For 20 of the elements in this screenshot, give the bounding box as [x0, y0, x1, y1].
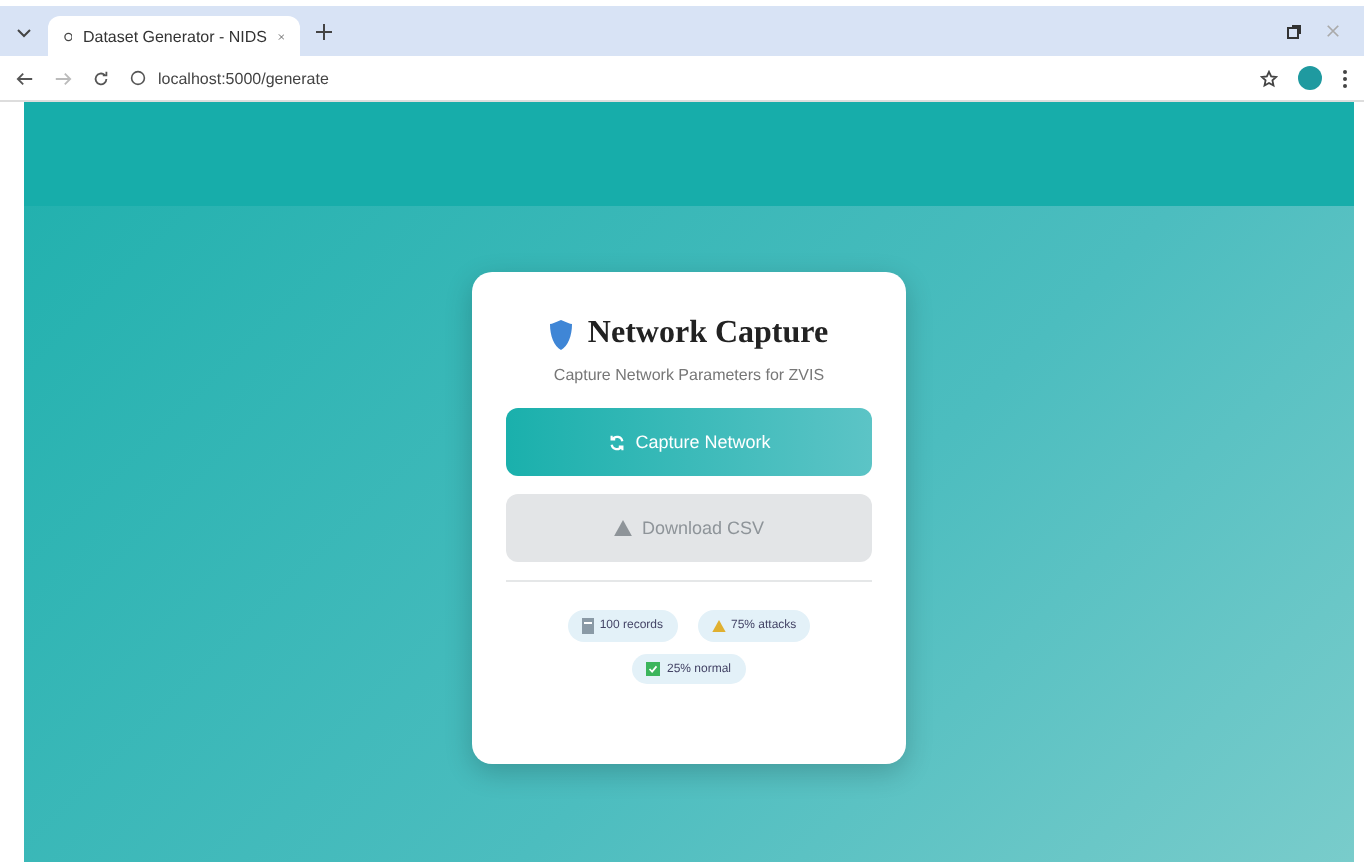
back-icon[interactable]: [16, 69, 34, 87]
clipboard-icon: [581, 618, 594, 634]
shield-icon: [549, 319, 572, 349]
star-icon[interactable]: [1260, 69, 1278, 87]
profile-icon[interactable]: [1298, 66, 1322, 90]
reload-icon[interactable]: [92, 69, 110, 87]
menu-icon[interactable]: [1342, 69, 1348, 87]
globe-icon: [64, 27, 73, 45]
site-info-icon: [130, 70, 146, 86]
new-tab-icon[interactable]: [316, 23, 332, 39]
address-field[interactable]: localhost:5000/generate: [130, 62, 1240, 94]
refresh-icon: [607, 433, 626, 451]
subtitle: Capture Network Parameters for ZVIS: [551, 366, 827, 384]
warning-icon: [711, 620, 725, 632]
browser-tab[interactable]: Dataset Generator - NIDS: [48, 16, 300, 56]
card-title: Network Capture: [587, 316, 829, 352]
restore-icon[interactable]: [1286, 23, 1302, 39]
warning-icon: [613, 520, 632, 536]
check-icon: [646, 662, 661, 676]
tab-list-icon[interactable]: [16, 23, 32, 39]
